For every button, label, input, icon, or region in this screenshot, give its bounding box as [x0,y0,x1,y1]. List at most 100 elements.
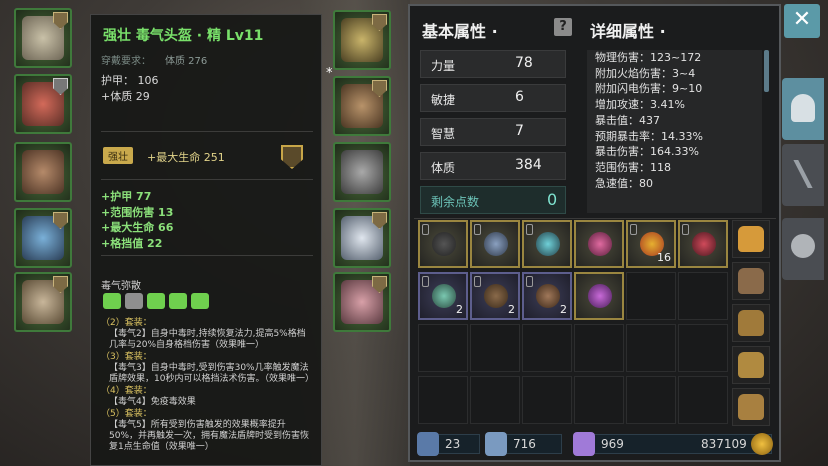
attr-label: 力量 [431,59,456,73]
inventory-slot[interactable]: 2 [418,272,468,320]
tab-settings[interactable] [782,218,824,280]
helmet-icon [791,94,815,122]
inventory-slot-empty[interactable] [678,272,728,320]
inventory-slot-empty[interactable] [626,272,676,320]
detail-stats-list[interactable]: 物理伤害：123~172 附加火焰伤害：3~4 附加闪电伤害：9~10 增加攻速… [587,50,762,213]
equip-slot-gloves[interactable] [333,76,391,136]
stack-count: 2 [560,303,567,316]
inventory-slot-empty[interactable] [470,376,520,424]
equip-slot-amulet[interactable] [333,10,391,70]
inventory-slot[interactable] [678,220,728,268]
requirement-value: 体质 276 [165,56,208,67]
feather-item-icon [432,284,456,308]
help-icon[interactable]: ? [554,18,572,36]
extra-stat: +护甲 77 [101,190,152,203]
divider [101,179,313,180]
attr-row-constitution: 体质 384 [420,152,566,180]
detail-stat: 预期暴击率：14.33% [595,129,703,143]
equip-slot-offhand[interactable] [333,272,391,332]
equip-slot-helmet[interactable] [14,8,72,68]
close-button[interactable]: ✕ [784,4,820,38]
set-armor-icon [125,293,143,309]
set-bonus-header: （3）套装： [101,352,152,362]
attr-row-strength: 力量 78 [420,50,566,78]
crossed-swords-icon [417,432,439,456]
equip-slot-pants[interactable] [14,142,72,202]
inventory-slot[interactable]: 16 [626,220,676,268]
bag-tab-5[interactable] [732,388,770,426]
equip-slot-ring-2[interactable] [333,208,391,268]
inventory-slot-empty[interactable] [574,324,624,372]
currency-value: 716 [513,437,536,451]
shield-item-icon [432,232,456,256]
item-name: 强壮 毒气头盔 · 精 Lv11 [103,28,264,44]
inventory-slot[interactable] [470,220,520,268]
equip-slot-weapon[interactable] [14,272,72,332]
quality-badge: 强壮 [103,147,133,164]
inventory-slot-empty[interactable] [626,324,676,372]
inventory-slot-empty[interactable] [522,376,572,424]
inventory-slot[interactable] [574,220,624,268]
set-belt-icon [169,293,187,309]
attr-value: 7 [515,123,524,139]
extra-stat: +最大生命 66 [101,221,174,234]
stack-count: 2 [508,303,515,316]
divider [414,218,776,219]
currency-bar: 23 716 969 837109 [416,432,776,458]
stack-count: 2 [456,303,463,316]
lock-icon [422,224,429,235]
bag-tab-2[interactable] [732,262,770,300]
inventory-slot-empty[interactable] [418,376,468,424]
points-value: 0 [547,190,558,209]
gem-pouch-icon [485,432,507,456]
divider [101,255,313,256]
bag-tab-3[interactable] [732,304,770,342]
boots-icon [341,150,383,194]
bag-tab-1[interactable] [732,220,770,258]
inventory-slot[interactable] [522,220,572,268]
bag-icon [738,352,764,378]
requirement-label: 穿戴要求： [101,56,151,67]
inventory-slot-empty[interactable] [470,324,520,372]
extra-stats: +护甲 77 +范围伤害 13 +最大生命 66 +格挡值 22 [101,189,173,251]
lock-icon [526,224,533,235]
currency-crystals-gold: 969 837109 [573,432,773,456]
inventory-slot[interactable]: 2 [470,272,520,320]
bow-item-icon [484,284,508,308]
inventory-slot[interactable]: 2 [522,272,572,320]
inventory-slot-empty[interactable] [574,376,624,424]
detail-stat: 物理伤害：123~172 [595,51,702,64]
bag-tab-4[interactable] [732,346,770,384]
inventory-slot-empty[interactable] [418,324,468,372]
tab-equipment[interactable] [782,78,824,140]
item-tooltip: 强壮 毒气头盔 · 精 Lv11 穿戴要求： 体质 276 护甲： 106 +体质… [90,14,322,466]
attr-value: 384 [515,157,542,173]
set-piece-icons [103,293,209,309]
lock-icon [630,224,637,235]
equip-slot-ring[interactable] [14,208,72,268]
lock-icon [682,224,689,235]
detail-attributes-title: 详细属性 · [590,22,666,41]
currency-value: 23 [445,437,461,451]
bag-icon [738,394,764,420]
lock-icon [422,276,429,287]
bag-icon [738,268,764,294]
chest-icon [738,226,764,252]
inventory-slot-empty[interactable] [678,376,728,424]
extra-stat: +范围伤害 13 [101,205,174,219]
inventory-slot-empty[interactable] [522,324,572,372]
equip-slot-armor[interactable] [14,74,72,134]
bag-icon [738,310,764,336]
lock-icon [474,276,481,287]
equip-slot-boots[interactable] [333,142,391,202]
lock-icon [526,276,533,287]
inventory-slot-empty[interactable] [678,324,728,372]
gold-value: 837109 [701,437,747,451]
detail-scrollbar[interactable] [764,50,769,92]
inventory-slot[interactable] [418,220,468,268]
lock-icon [474,224,481,235]
inventory-slot-empty[interactable] [626,376,676,424]
inventory-slot[interactable] [574,272,624,320]
tab-skills[interactable] [782,144,824,206]
detail-stat: 范围伤害：118 [595,160,671,174]
